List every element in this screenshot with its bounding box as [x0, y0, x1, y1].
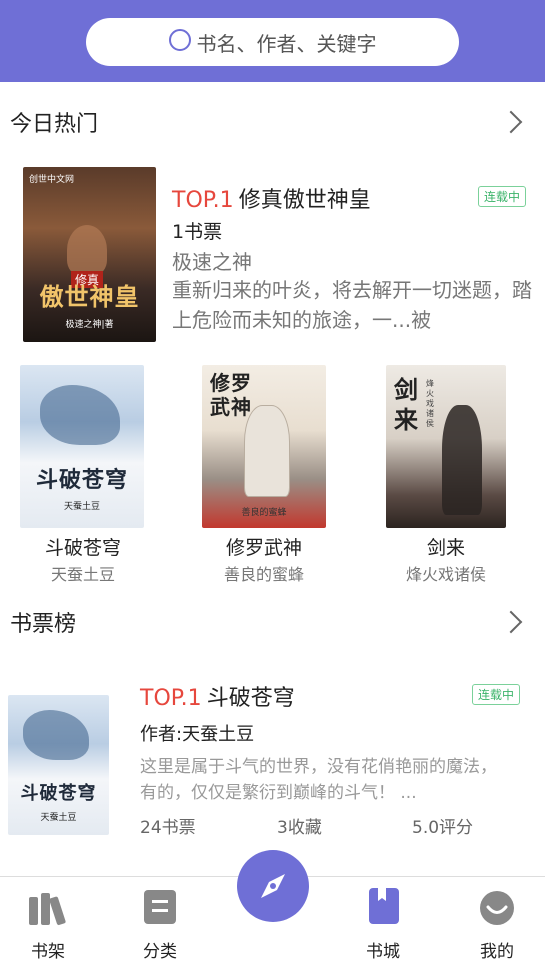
tab-bookshelf[interactable]: 书架	[3, 877, 93, 962]
cover-subtitle: 烽火戏诸侯	[426, 379, 434, 428]
rank-title-row: TOP.1 斗破苍穹	[140, 680, 295, 712]
book-description: 重新归来的叶炎，将去解开一切迷题，踏上危险而未知的旅途，一...被	[172, 278, 532, 332]
cover-subtitle: 天蚕土豆	[63, 502, 100, 512]
ticket-rank-section-title: 书票榜	[10, 612, 77, 637]
book-cover[interactable]: 斗破苍穹 天蚕土豆	[20, 365, 144, 528]
book-title: 剑来	[426, 537, 465, 559]
bookshelf-icon	[29, 893, 66, 926]
book-cover[interactable]: 斗破苍穹 天蚕土豆	[8, 695, 109, 835]
cover-subtitle: 天蚕土豆	[40, 813, 77, 823]
book-title: 修真傲世神皇	[238, 188, 371, 213]
rank-label: TOP.1	[140, 686, 202, 711]
book-author: 善良的蜜蜂	[223, 565, 304, 584]
cover-subtitle: 善良的蜜蜂	[241, 508, 287, 519]
chevron-right-icon[interactable]	[499, 610, 523, 634]
book-title: 斗破苍穹	[206, 686, 295, 711]
cover-figure	[442, 405, 482, 515]
tab-label: 书城	[366, 942, 400, 962]
tab-label: 分类	[143, 942, 177, 962]
compass-icon	[261, 874, 285, 898]
top-bar: 书名、作者、关键字	[0, 0, 545, 82]
book-author: 极速之神	[172, 250, 252, 274]
cover-title: 傲世神皇	[39, 282, 140, 311]
favorite-count: 3收藏	[277, 818, 322, 838]
profile-icon	[480, 891, 514, 925]
ticket-count: 24书票	[140, 818, 196, 838]
tab-profile[interactable]: 我的	[452, 877, 542, 962]
tab-label: 书架	[31, 942, 65, 962]
book-title: 修罗武神	[225, 537, 302, 559]
book-author: 天蚕土豆	[50, 565, 115, 584]
tab-discover[interactable]	[237, 850, 309, 922]
rating: 5.0评分	[412, 818, 474, 838]
cover-title: 斗破苍穹	[20, 783, 97, 804]
bookstore-icon	[369, 888, 399, 924]
chevron-right-icon[interactable]	[499, 110, 523, 134]
book-title: 斗破苍穹	[44, 537, 121, 559]
hot-section-title: 今日热门	[10, 112, 99, 137]
cover-figure	[40, 385, 120, 445]
tab-label: 我的	[480, 942, 514, 962]
cover-title: 斗破苍穹	[35, 467, 128, 493]
book-author: 烽火戏诸侯	[405, 565, 486, 584]
book-cover[interactable]: 修罗武神 善良的蜜蜂	[202, 365, 326, 528]
featured-book-cover[interactable]: 创世中文网 修真 傲世神皇 极速之神|著	[23, 167, 156, 342]
hot-section-header[interactable]: 今日热门	[0, 100, 545, 144]
search-placeholder: 书名、作者、关键字	[196, 31, 377, 56]
ticket-count: 1书票	[172, 221, 223, 243]
tab-bookstore[interactable]: 书城	[338, 877, 428, 962]
rank-label: TOP.1	[172, 188, 234, 213]
cover-title: 修罗武神	[210, 371, 252, 419]
cover-title: 剑来	[394, 375, 418, 434]
status-badge: 连载中	[478, 186, 527, 207]
cover-logo: 创世中文网	[29, 175, 75, 185]
featured-title-row: TOP.1 修真傲世神皇	[172, 182, 371, 214]
ticket-rank-section-header[interactable]: 书票榜	[0, 600, 545, 644]
book-cover[interactable]: 剑来 烽火戏诸侯	[386, 365, 506, 528]
search-input[interactable]: 书名、作者、关键字	[86, 18, 459, 66]
cover-figure	[67, 225, 107, 275]
cover-figure	[23, 710, 89, 760]
search-icon	[168, 29, 191, 51]
book-author: 作者:天蚕土豆	[140, 724, 255, 745]
book-description: 这里是属于斗气的世界，没有花俏艳丽的魔法，有的，仅仅是繁衍到巅峰的斗气！ ...	[140, 757, 497, 803]
status-badge: 连载中	[472, 684, 521, 705]
tab-category[interactable]: 分类	[115, 877, 205, 962]
category-icon	[144, 890, 176, 924]
cover-subtitle: 极速之神|著	[65, 320, 114, 330]
